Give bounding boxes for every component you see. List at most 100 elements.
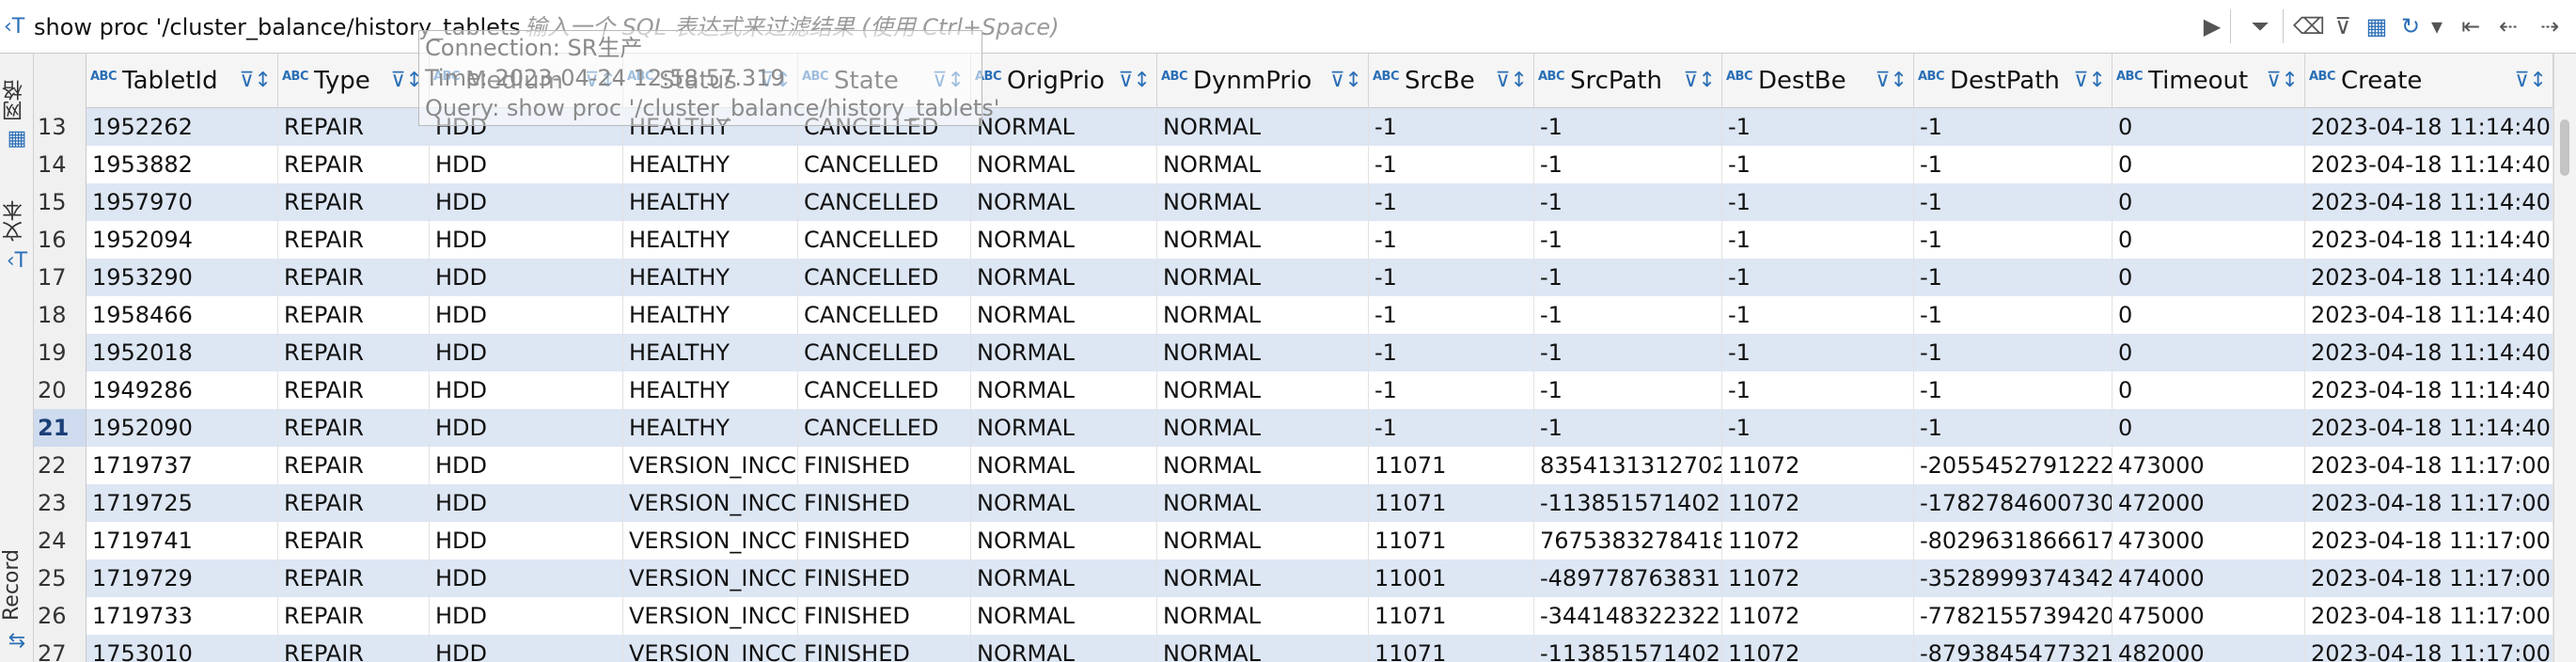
cell-destbe[interactable]: -1 [1722,334,1914,371]
cell-dynmprio[interactable]: NORMAL [1157,560,1369,597]
cell-tabletid[interactable]: 1952262 [86,108,278,146]
cell-srcbe[interactable]: -1 [1369,183,1534,221]
cell-tabletid[interactable]: 1719725 [86,484,278,522]
cell-status[interactable]: HEALTHY [623,371,798,409]
cell-type[interactable]: REPAIR [278,259,430,296]
row-number[interactable]: 27 [34,635,86,662]
cell-create[interactable]: 2023-04-18 11:14:40 [2305,409,2553,447]
filter-sort-icon[interactable]: ⊽↕ [1495,67,1528,95]
cell-medium[interactable]: HDD [430,334,623,371]
cell-type[interactable]: REPAIR [278,371,430,409]
cell-timeout[interactable]: 0 [2113,334,2305,371]
cell-srcpath[interactable]: -11385157140288 [1534,484,1722,522]
row-number[interactable]: 25 [34,560,86,597]
cell-dynmprio[interactable]: NORMAL [1157,108,1369,146]
cell-type[interactable]: REPAIR [278,409,430,447]
column-header-srcpath[interactable]: ABC SrcPath ⊽↕ [1534,54,1722,108]
cell-state[interactable]: CANCELLED [798,221,971,259]
row-number[interactable]: 14 [34,146,86,183]
cell-srcpath[interactable]: -1 [1534,146,1722,183]
row-number[interactable]: 23 [34,484,86,522]
cell-destpath[interactable]: -87938454773214 [1914,635,2113,662]
cell-dynmprio[interactable]: NORMAL [1157,183,1369,221]
cell-dynmprio[interactable]: NORMAL [1157,146,1369,183]
cell-state[interactable]: CANCELLED [798,409,971,447]
cell-destpath[interactable]: -35289993743429 [1914,560,2113,597]
cell-timeout[interactable]: 482000 [2113,635,2305,662]
column-header-destbe[interactable]: ABC DestBe ⊽↕ [1722,54,1914,108]
cell-destbe[interactable]: -1 [1722,221,1914,259]
cell-srcbe[interactable]: -1 [1369,108,1534,146]
cell-destbe[interactable]: -1 [1722,108,1914,146]
cell-destbe[interactable]: -1 [1722,296,1914,334]
cell-destbe[interactable]: -1 [1722,146,1914,183]
cell-dynmprio[interactable]: NORMAL [1157,522,1369,560]
cell-status[interactable]: VERSION_INCC [623,484,798,522]
column-header-timeout[interactable]: ABC Timeout ⊽↕ [2113,54,2305,108]
cell-medium[interactable]: HDD [430,447,623,484]
next-icon[interactable]: ⇢ [2533,9,2567,43]
cell-dynmprio[interactable]: NORMAL [1157,296,1369,334]
cell-srcbe[interactable]: 11071 [1369,635,1534,662]
cell-origprio[interactable]: NORMAL [971,146,1157,183]
column-header-destpath[interactable]: ABC DestPath ⊽↕ [1914,54,2113,108]
cell-srcbe[interactable]: -1 [1369,371,1534,409]
filter-sort-icon[interactable]: ⊽↕ [1329,67,1362,95]
filter-sort-icon[interactable]: ⊽↕ [1875,67,1908,95]
cell-type[interactable]: REPAIR [278,183,430,221]
cell-srcbe[interactable]: -1 [1369,259,1534,296]
cell-status[interactable]: HEALTHY [623,183,798,221]
row-number[interactable]: 15 [34,183,86,221]
cell-timeout[interactable]: 0 [2113,183,2305,221]
cell-type[interactable]: REPAIR [278,560,430,597]
back-arrow-icon[interactable]: ⇤ [2454,9,2488,43]
cell-dynmprio[interactable]: NORMAL [1157,409,1369,447]
filter-sort-icon[interactable]: ⊽↕ [2073,67,2106,95]
table-row[interactable]: 16 1952094 REPAIR HDD HEALTHY CANCELLED NORMAL… [34,221,2553,259]
table-row[interactable]: 19 1952018 REPAIR HDD HEALTHY CANCELLED NORMAL… [34,334,2553,371]
cell-tabletid[interactable]: 1949286 [86,371,278,409]
cell-timeout[interactable]: 473000 [2113,447,2305,484]
cell-origprio[interactable]: NORMAL [971,484,1157,522]
cell-tabletid[interactable]: 1952018 [86,334,278,371]
row-number[interactable]: 22 [34,447,86,484]
cell-origprio[interactable]: NORMAL [971,635,1157,662]
cell-destbe[interactable]: 11072 [1722,447,1914,484]
cell-srcbe[interactable]: -1 [1369,221,1534,259]
cell-state[interactable]: FINISHED [798,522,971,560]
cell-origprio[interactable]: NORMAL [971,560,1157,597]
cell-srcpath[interactable]: -11385157140288 [1534,635,1722,662]
cell-status[interactable]: HEALTHY [623,221,798,259]
filter-sort-icon[interactable]: ⊽↕ [2514,67,2547,95]
cell-timeout[interactable]: 473000 [2113,522,2305,560]
cell-destpath[interactable]: -1 [1914,296,2113,334]
cell-destpath[interactable]: -1 [1914,259,2113,296]
cell-tabletid[interactable]: 1952090 [86,409,278,447]
cell-create[interactable]: 2023-04-18 11:17:00 [2305,560,2553,597]
cell-status[interactable]: HEALTHY [623,146,798,183]
cell-type[interactable]: REPAIR [278,146,430,183]
table-row[interactable]: 22 1719737 REPAIR HDD VERSION_INCC FINISHED NO… [34,447,2553,484]
cell-state[interactable]: FINISHED [798,484,971,522]
cell-dynmprio[interactable]: NORMAL [1157,484,1369,522]
cell-type[interactable]: REPAIR [278,597,430,635]
cell-origprio[interactable]: NORMAL [971,259,1157,296]
cell-timeout[interactable]: 475000 [2113,597,2305,635]
cell-tabletid[interactable]: 1953290 [86,259,278,296]
cell-srcpath[interactable]: -1 [1534,183,1722,221]
cell-srcpath[interactable]: -1 [1534,108,1722,146]
cell-srcbe[interactable]: 11071 [1369,522,1534,560]
row-number[interactable]: 17 [34,259,86,296]
cell-medium[interactable]: HDD [430,597,623,635]
table-row[interactable]: 17 1953290 REPAIR HDD HEALTHY CANCELLED NORMAL… [34,259,2553,296]
table-row[interactable]: 15 1957970 REPAIR HDD HEALTHY CANCELLED NORMAL… [34,183,2553,221]
cell-origprio[interactable]: NORMAL [971,409,1157,447]
cell-create[interactable]: 2023-04-18 11:14:40 [2305,108,2553,146]
cell-destpath[interactable]: -20554527912223 [1914,447,2113,484]
scrollbar-thumb[interactable] [2560,119,2569,176]
cell-srcbe[interactable]: 11071 [1369,597,1534,635]
cell-dynmprio[interactable]: NORMAL [1157,371,1369,409]
cell-destpath[interactable]: -17827846007302 [1914,484,2113,522]
apply-filter-icon[interactable]: ▶ [2195,9,2229,43]
cell-dynmprio[interactable]: NORMAL [1157,221,1369,259]
